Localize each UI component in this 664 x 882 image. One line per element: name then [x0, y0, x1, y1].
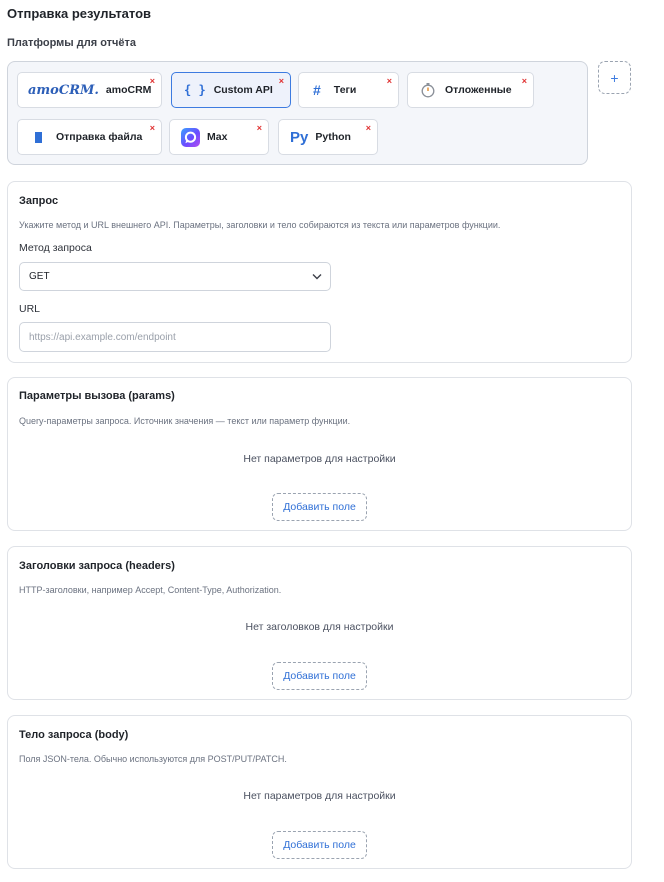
remove-icon[interactable]: × [387, 77, 392, 86]
platform-chip-file[interactable]: Отправка файла × [17, 119, 162, 155]
body-card: Тело запроса (body) Поля JSON-тела. Обыч… [7, 715, 632, 869]
method-select[interactable]: GET [19, 262, 331, 291]
platform-label: Теги [333, 84, 357, 96]
add-header-button[interactable]: Добавить поле [272, 662, 367, 690]
platform-chip-delayed[interactable]: Отложенные × [407, 72, 534, 108]
method-value: GET [29, 271, 50, 282]
remove-icon[interactable]: × [279, 77, 284, 86]
platform-chip-amocrm[interactable]: amoCRM. amoCRM × [17, 72, 162, 108]
body-empty-state: Нет параметров для настройки [243, 790, 396, 802]
url-label: URL [19, 303, 41, 315]
headers-card: Заголовки запроса (headers) HTTP-заголов… [7, 546, 632, 700]
platform-chip-custom-api[interactable]: { } Custom API × [171, 72, 291, 108]
request-description: Укажите метод и URL внешнего API. Параме… [19, 220, 501, 230]
braces-icon: { } [184, 83, 206, 97]
remove-icon[interactable]: × [150, 77, 155, 86]
request-card: Запрос Укажите метод и URL внешнего API.… [7, 181, 632, 363]
headers-title: Заголовки запроса (headers) [19, 560, 175, 572]
params-description: Query-параметры запроса. Источник значен… [19, 416, 351, 426]
params-card: Параметры вызова (params) Query-параметр… [7, 377, 632, 531]
url-input[interactable] [19, 322, 331, 352]
body-description: Поля JSON-тела. Обычно используются для … [19, 754, 287, 764]
platform-label: Custom API [213, 84, 273, 96]
page-title: Отправка результатов [7, 6, 152, 21]
method-label: Метод запроса [19, 242, 92, 254]
headers-empty-state: Нет заголовков для настройки [245, 621, 394, 633]
amocrm-logo: amoCRM. [28, 82, 99, 98]
params-empty-state: Нет параметров для настройки [243, 453, 396, 465]
platform-label: Max [207, 131, 228, 143]
platform-chip-max[interactable]: Max × [169, 119, 269, 155]
platform-label: amoCRM [105, 84, 152, 96]
remove-icon[interactable]: × [522, 77, 527, 86]
chevron-down-icon [312, 272, 322, 283]
params-title: Параметры вызова (params) [19, 390, 175, 402]
file-icon [35, 131, 42, 143]
remove-icon[interactable]: × [366, 124, 371, 133]
python-icon: Py [290, 128, 309, 146]
platform-chip-tags[interactable]: # Теги × [298, 72, 399, 108]
platforms-panel: amoCRM. amoCRM × { } Custom API × # Теги… [7, 61, 588, 165]
platform-label: Python [315, 131, 351, 143]
body-title: Тело запроса (body) [19, 729, 129, 741]
hash-icon: # [313, 82, 321, 98]
remove-icon[interactable]: × [150, 124, 155, 133]
add-platform-button[interactable]: + [598, 61, 631, 94]
platform-label: Отложенные [445, 84, 512, 96]
max-logo [181, 127, 200, 147]
platform-chip-python[interactable]: Py Python × [278, 119, 378, 155]
stopwatch-icon [420, 82, 436, 98]
request-title: Запрос [19, 195, 59, 207]
platforms-label: Платформы для отчёта [7, 37, 137, 49]
add-body-field-button[interactable]: Добавить поле [272, 831, 367, 859]
remove-icon[interactable]: × [257, 124, 262, 133]
platform-label: Отправка файла [56, 131, 143, 143]
add-param-button[interactable]: Добавить поле [272, 493, 367, 521]
headers-description: HTTP-заголовки, например Accept, Content… [19, 585, 282, 595]
